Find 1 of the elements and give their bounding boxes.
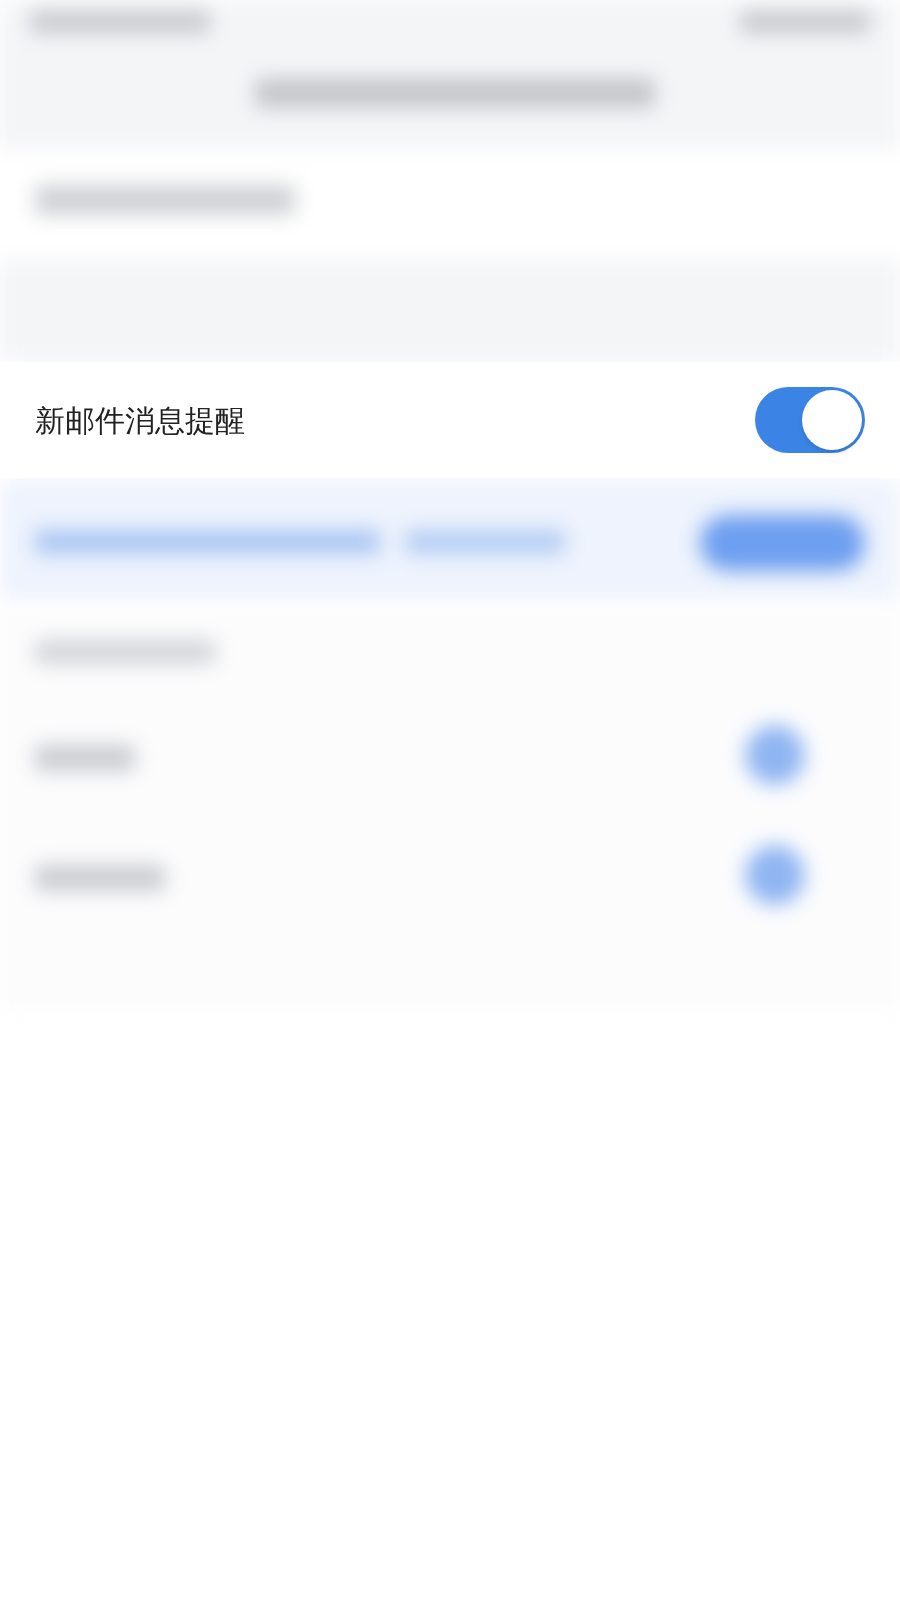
setting-label: 新邮件消息提醒 bbox=[35, 401, 245, 440]
